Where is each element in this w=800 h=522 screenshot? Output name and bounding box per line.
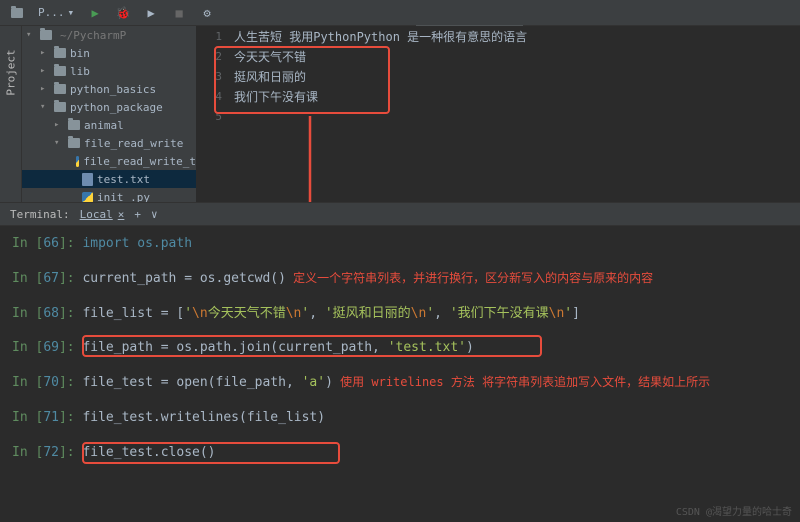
terminal-code: file_list = ['\n今天天气不错\n', '挺风和日丽的\n', '… (82, 304, 580, 325)
chevron-icon: ▾ (40, 102, 50, 112)
tree-item[interactable]: ▸ lib (22, 62, 196, 80)
watermark: CSDN @渴望力量的哈士奇 (676, 503, 792, 518)
prompt: In [72]: (12, 443, 82, 464)
chevron-icon: ▸ (54, 120, 64, 130)
run-config-dropdown[interactable]: P... ▾ (34, 4, 78, 21)
close-icon[interactable]: × (118, 208, 125, 221)
terminal-line: In [66]: import os.path (12, 234, 800, 255)
sidebar-left: Project (0, 26, 22, 202)
tree-item-label: file_read_write_t (83, 155, 196, 168)
add-terminal-button[interactable]: + (134, 208, 141, 221)
chevron-icon: ▾ (54, 138, 64, 148)
tree-item-label: test.txt (97, 173, 150, 186)
folder-icon (68, 138, 80, 148)
folder-icon[interactable] (6, 3, 28, 23)
tree-item[interactable]: ▸ bin (22, 44, 196, 62)
chevron-icon: ▸ (40, 66, 50, 76)
annotation-box-line71 (82, 442, 340, 464)
chevron-icon: ▸ (40, 84, 50, 94)
tree-item[interactable]: ▾ file_read_write (22, 134, 196, 152)
folder-icon (68, 120, 80, 130)
prompt: In [67]: (12, 269, 82, 290)
terminal-line: In [67]: current_path = os.getcwd() 定义一个… (12, 269, 800, 290)
terminal-code: import os.path (82, 234, 192, 255)
config-label: P... (38, 6, 65, 19)
main-toolbar: P... ▾ ▶ 🐞 ▶ ■ ⚙ (0, 0, 800, 26)
tree-item[interactable]: file_read_write_t (22, 152, 196, 170)
tree-root[interactable]: ▾ ~/PycharmP (22, 26, 196, 44)
folder-icon (54, 102, 66, 112)
tree-item-label: animal (84, 119, 124, 132)
tree-item-label: lib (70, 65, 90, 78)
terminal-dropdown-icon[interactable]: ∨ (151, 208, 158, 221)
annotation-box-line68 (82, 335, 542, 357)
editor-line[interactable]: 1人生苦短 我用PythonPython 是一种很有意思的语言 (196, 26, 800, 46)
run-button[interactable]: ▶ (84, 3, 106, 23)
terminal-line: In [71]: file_test.writelines(file_list) (12, 408, 800, 429)
tree-item[interactable]: ▸ python_basics (22, 80, 196, 98)
chevron-icon: ▸ (40, 48, 50, 58)
py-icon (76, 156, 80, 167)
txt-icon (82, 173, 93, 186)
folder-icon (54, 84, 66, 94)
tree-item-label: file_read_write (84, 137, 183, 150)
prompt: In [69]: (12, 338, 82, 359)
prompt: In [70]: (12, 373, 82, 394)
tree-item[interactable]: ▾ python_package (22, 98, 196, 116)
terminal-line: In [70]: file_test = open(file_path, 'a'… (12, 373, 800, 394)
chevron-down-icon: ▾ (68, 6, 75, 19)
terminal-code: current_path = os.getcwd() (82, 269, 286, 290)
py-icon (82, 192, 93, 203)
folder-icon (54, 66, 66, 76)
terminal-tab-local[interactable]: Local × (80, 208, 125, 221)
terminal-code: file_test = open(file_path, 'a') (82, 373, 332, 394)
stop-button[interactable]: ■ (168, 3, 190, 23)
project-tool-label[interactable]: Project (5, 49, 18, 95)
tree-item-label: python_basics (70, 83, 156, 96)
tree-item[interactable]: test.txt (22, 170, 196, 188)
terminal-output[interactable]: In [66]: import os.pathIn [67]: current_… (0, 226, 800, 522)
terminal-header: Terminal: Local × + ∨ (0, 202, 800, 226)
folder-icon (40, 30, 52, 40)
annotation-text: 定义一个字符串列表，并进行换行，区分新写入的内容与原来的内容 (286, 269, 653, 290)
tree-item-label: bin (70, 47, 90, 60)
annotation-box-editor (214, 46, 390, 114)
terminal-line: In [68]: file_list = ['\n今天天气不错\n', '挺风和… (12, 304, 800, 325)
line-number: 1 (196, 30, 234, 43)
folder-icon (54, 48, 66, 58)
prompt: In [68]: (12, 304, 82, 325)
settings-icon[interactable]: ⚙ (196, 3, 218, 23)
line-text: 人生苦短 我用PythonPython 是一种很有意思的语言 (234, 28, 527, 45)
tree-item-label: python_package (70, 101, 163, 114)
debug-button[interactable]: 🐞 (112, 3, 134, 23)
more-run-button[interactable]: ▶ (140, 3, 162, 23)
prompt: In [71]: (12, 408, 82, 429)
tree-item-label: init .py (97, 191, 150, 203)
annotation-text: 使用 writelines 方法 将字符串列表追加写入文件，结果如上所示 (333, 373, 710, 394)
tree-item[interactable]: ▸ animal (22, 116, 196, 134)
terminal-code: file_test.writelines(file_list) (82, 408, 325, 429)
terminal-title: Terminal: (10, 208, 70, 221)
prompt: In [66]: (12, 234, 82, 255)
tree-item[interactable]: init .py (22, 188, 196, 202)
project-tree[interactable]: ▾ ~/PycharmP ▸ bin ▸ lib ▸ python_basics ▾ pytho… (22, 26, 196, 202)
